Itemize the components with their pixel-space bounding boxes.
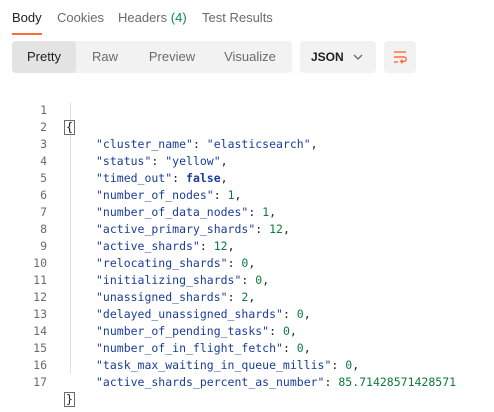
response-body-code[interactable]: 1 { 2 "cluster_name": "elasticsearch", 3…: [0, 85, 494, 407]
json-key: "active_shards_percent_as_number": [96, 375, 325, 389]
chevron-down-icon: [353, 54, 363, 60]
code-line: 7 "active_primary_shards": 12,: [0, 187, 494, 236]
headers-count-badge: (4): [170, 10, 187, 25]
code-line: 5 "number_of_nodes": 1,: [0, 153, 494, 202]
code-line: 8 "active_shards": 12,: [0, 204, 494, 253]
view-preview-button[interactable]: Preview: [134, 41, 210, 73]
view-pretty-button[interactable]: Pretty: [12, 41, 76, 73]
wrap-lines-icon: [394, 51, 407, 64]
code-line: 4 "timed_out": false,: [0, 136, 494, 185]
format-select-value: JSON: [311, 50, 344, 64]
code-line: 6 "number_of_data_nodes": 1,: [0, 170, 494, 219]
response-tabs: Body Cookies Headers (4) Test Results: [0, 0, 494, 36]
code-line: 9 "relocating_shards": 0,: [0, 221, 494, 270]
tab-body[interactable]: Body: [12, 10, 42, 26]
code-line: 3 "status": "yellow",: [0, 119, 494, 168]
tab-headers[interactable]: Headers (4): [118, 10, 187, 26]
view-visualize-button[interactable]: Visualize: [210, 41, 290, 73]
code-line: 13 "number_of_pending_tasks": 0,: [0, 289, 494, 338]
code-line: 10 "initializing_shards": 0,: [0, 238, 494, 287]
view-raw-button[interactable]: Raw: [76, 41, 134, 73]
code-line: 15 "task_max_waiting_in_queue_millis": 0…: [0, 323, 494, 372]
active-tab-indicator: [12, 33, 42, 35]
code-line: 17 }: [0, 357, 494, 407]
tab-headers-label: Headers: [118, 10, 168, 25]
code-line: 16 "active_shards_percent_as_number": 85…: [0, 340, 494, 389]
view-mode-selector: Pretty Raw Preview Visualize: [12, 41, 292, 73]
code-line: 2 "cluster_name": "elasticsearch",: [0, 102, 494, 151]
code-text: "active_shards_percent_as_number": 85.71…: [96, 375, 457, 389]
response-toolbar: Pretty Raw Preview Visualize JSON: [0, 40, 494, 76]
code-line: 11 "unassigned_shards": 2,: [0, 255, 494, 304]
json-value: 85.71428571428571: [338, 375, 457, 389]
wrap-lines-button[interactable]: [384, 41, 416, 73]
code-line: 14 "number_of_in_flight_fetch": 0,: [0, 306, 494, 355]
code-line: 12 "delayed_unassigned_shards": 0,: [0, 272, 494, 321]
line-number: 17: [33, 375, 47, 389]
tab-test-results[interactable]: Test Results: [202, 10, 273, 26]
format-select[interactable]: JSON: [300, 41, 376, 73]
code-text: }: [64, 391, 75, 408]
tab-cookies[interactable]: Cookies: [57, 10, 104, 26]
code-line: 1 {: [0, 85, 494, 135]
close-brace: }: [64, 392, 75, 407]
